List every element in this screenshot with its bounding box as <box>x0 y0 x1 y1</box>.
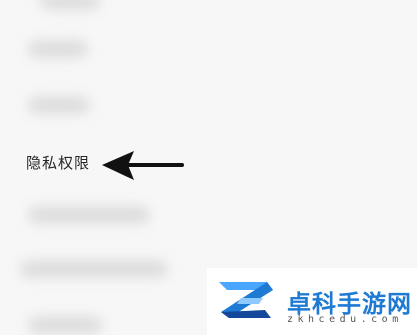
left-arrow-icon <box>102 151 184 180</box>
blurred-setting-item[interactable] <box>40 0 100 10</box>
watermark-badge: 卓科手游网 zkhcedu.com <box>207 268 417 335</box>
blurred-setting-item[interactable] <box>28 206 150 224</box>
blurred-setting-item[interactable] <box>20 260 168 278</box>
settings-item-privacy-permissions[interactable]: 隐私权限 <box>0 146 417 182</box>
blurred-setting-item[interactable] <box>28 96 90 114</box>
z-logo-icon <box>219 282 273 318</box>
watermark-domain: zkhcedu.com <box>287 314 403 325</box>
blurred-setting-item[interactable] <box>28 40 88 58</box>
privacy-permissions-label: 隐私权限 <box>26 154 91 172</box>
settings-screen: 隐私权限 卓科手游网 zkhcedu.com <box>0 0 417 335</box>
blurred-setting-item[interactable] <box>28 316 102 334</box>
